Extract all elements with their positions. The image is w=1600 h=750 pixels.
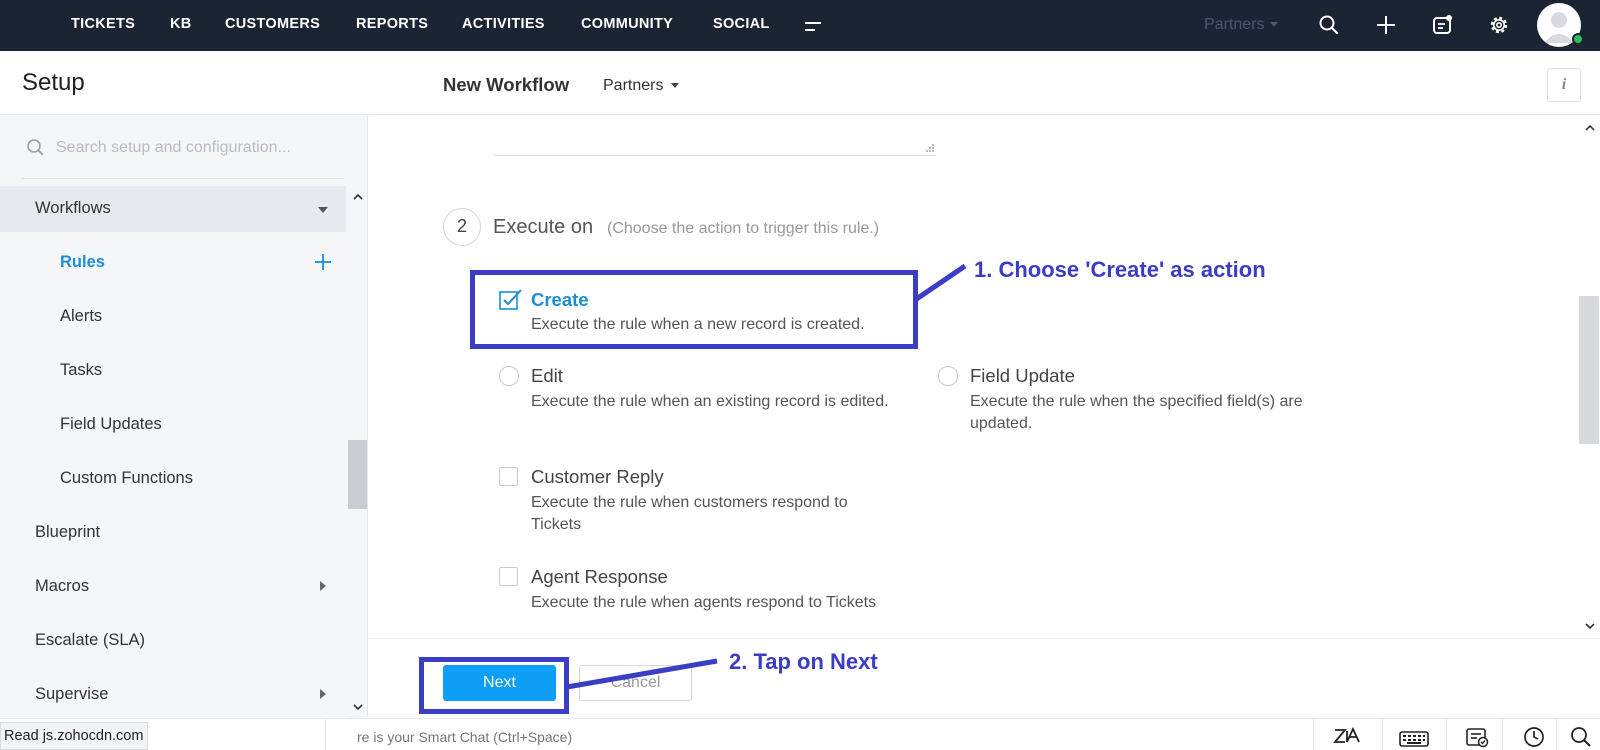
section-title: Execute on xyxy=(493,216,594,238)
sidebar-item-tasks[interactable]: Tasks xyxy=(0,348,346,394)
department-label: Partners xyxy=(603,77,664,94)
sidebar-item-label: Alerts xyxy=(60,307,103,325)
annotation-step1-text: 1. Choose 'Create' as action xyxy=(974,257,1266,282)
divider xyxy=(1502,718,1503,750)
sidebar-item-custom-functions[interactable]: Custom Functions xyxy=(0,456,346,502)
clock-icon[interactable] xyxy=(1523,726,1545,748)
checklist-icon[interactable] xyxy=(1465,726,1489,748)
nav-customers[interactable]: CUSTOMERS xyxy=(225,16,320,32)
annotation-pointer-line xyxy=(913,263,967,303)
sidebar-item-alerts[interactable]: Alerts xyxy=(0,294,346,340)
sidebar-item-label: Rules xyxy=(60,253,105,271)
sidebar-item-label: Escalate (SLA) xyxy=(35,631,146,649)
nav-community[interactable]: COMMUNITY xyxy=(581,16,673,32)
sidebar-item-macros[interactable]: Macros xyxy=(0,564,346,610)
department-selector[interactable]: Partners xyxy=(603,77,680,95)
chevron-down-icon xyxy=(671,83,680,89)
option-field-update-title[interactable]: Field Update xyxy=(970,365,1075,387)
divider xyxy=(1313,718,1314,750)
chevron-right-icon xyxy=(320,689,326,699)
sidebar-item-label: Custom Functions xyxy=(60,469,193,487)
nav-tickets[interactable]: TICKETS xyxy=(71,16,135,32)
option-edit-desc: Execute the rule when an existing record… xyxy=(531,393,889,410)
sidebar-item-field-updates[interactable]: Field Updates xyxy=(0,402,346,448)
nav-reports[interactable]: REPORTS xyxy=(356,16,428,32)
annotation-highlight-create xyxy=(470,270,918,349)
sidebar-group-workflows[interactable]: Workflows xyxy=(0,186,346,232)
edit-radio[interactable] xyxy=(499,366,519,386)
sidebar-scrollbar-thumb[interactable] xyxy=(348,440,367,509)
setup-header: Setup xyxy=(0,51,368,115)
annotation-step2-text: 2. Tap on Next xyxy=(729,649,878,674)
option-field-update-desc: Execute the rule when the specified fiel… xyxy=(970,393,1303,432)
annotation-pointer-line xyxy=(566,658,718,690)
scroll-up-icon[interactable] xyxy=(351,190,365,204)
sidebar-item-blueprint[interactable]: Blueprint xyxy=(0,510,346,556)
divider xyxy=(1382,718,1383,750)
sidebar-item-label: Supervise xyxy=(35,685,109,703)
scroll-down-icon[interactable] xyxy=(1583,619,1597,633)
sidebar-item-label: Field Updates xyxy=(60,415,162,433)
sidebar-item-escalate-sla[interactable]: Escalate (SLA) xyxy=(0,618,346,664)
resize-grip-icon[interactable] xyxy=(925,143,935,153)
portal-selector[interactable]: Partners xyxy=(1204,16,1279,34)
portal-selector-label: Partners xyxy=(1204,16,1265,33)
nav-activities[interactable]: ACTIVITIES xyxy=(462,16,545,32)
keyboard-icon[interactable] xyxy=(1399,731,1429,747)
section-hint: (Choose the action to trigger this rule.… xyxy=(607,220,880,237)
hamburger-icon[interactable] xyxy=(803,18,823,34)
plus-icon[interactable] xyxy=(1373,12,1399,38)
option-edit-title[interactable]: Edit xyxy=(531,365,563,387)
setup-search-input[interactable] xyxy=(56,135,326,161)
compose-icon[interactable] xyxy=(1429,12,1455,38)
add-rule-plus-icon[interactable] xyxy=(313,252,333,272)
zia-icon[interactable] xyxy=(1333,726,1363,746)
gear-icon[interactable] xyxy=(1486,12,1512,38)
annotation-highlight-next xyxy=(419,657,569,714)
sidebar-item-label: Blueprint xyxy=(35,523,101,541)
search-icon xyxy=(27,139,44,156)
browser-status-text: Read js.zohocdn.com xyxy=(0,722,149,750)
sidebar-item-supervise[interactable]: Supervise xyxy=(0,672,346,718)
scroll-up-icon[interactable] xyxy=(1583,121,1597,135)
online-status-indicator xyxy=(1572,33,1584,45)
search-underline xyxy=(22,178,344,179)
field-update-radio[interactable] xyxy=(938,366,958,386)
scroll-down-icon[interactable] xyxy=(351,700,365,714)
option-agent-response-title[interactable]: Agent Response xyxy=(531,566,668,588)
search-icon[interactable] xyxy=(1316,12,1342,38)
customer-reply-checkbox[interactable] xyxy=(499,467,518,486)
info-icon: i xyxy=(1561,76,1567,93)
agent-response-checkbox[interactable] xyxy=(499,567,518,586)
divider xyxy=(1446,718,1447,750)
step-number-badge: 2 xyxy=(443,208,481,246)
divider xyxy=(325,718,326,750)
sidebar-item-rules[interactable]: Rules xyxy=(0,240,346,286)
sidebar-group-label: Workflows xyxy=(35,199,111,217)
chevron-down-icon xyxy=(1270,22,1279,28)
smart-chat-input-hint[interactable]: re is your Smart Chat (Ctrl+Space) xyxy=(357,729,572,745)
content-scrollbar-thumb[interactable] xyxy=(1579,296,1599,444)
sidebar-item-label: Macros xyxy=(35,577,90,595)
divider xyxy=(1556,718,1557,750)
setup-title: Setup xyxy=(22,69,85,96)
chevron-down-icon xyxy=(318,207,328,213)
option-customer-reply-desc: Execute the rule when customers respond … xyxy=(531,494,848,533)
description-textarea-border xyxy=(493,155,936,156)
option-customer-reply-title[interactable]: Customer Reply xyxy=(531,466,664,488)
option-agent-response-desc: Execute the rule when agents respond to … xyxy=(531,594,877,611)
page-title: New Workflow xyxy=(443,74,570,95)
info-button[interactable]: i xyxy=(1547,68,1581,102)
search-icon[interactable] xyxy=(1570,726,1594,748)
chevron-right-icon xyxy=(320,581,326,591)
sidebar-item-label: Tasks xyxy=(60,361,103,379)
nav-kb[interactable]: KB xyxy=(170,16,192,32)
nav-social[interactable]: SOCIAL xyxy=(713,16,770,32)
